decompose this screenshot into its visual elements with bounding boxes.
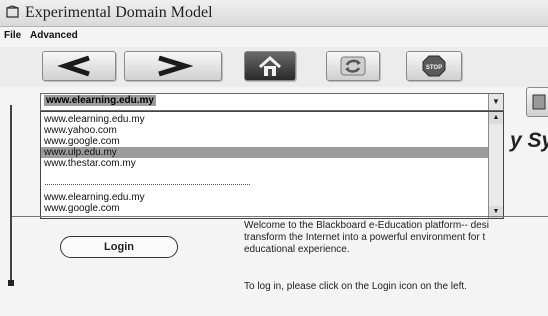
menu-file[interactable]: File — [4, 30, 21, 41]
dropdown-item-selected[interactable]: www.ulp.edu.my — [41, 147, 490, 158]
frame-marker — [8, 280, 14, 286]
chevron-down-icon[interactable]: ▼ — [488, 94, 503, 110]
menu-bar: File Advanced — [0, 27, 548, 45]
stop-icon-label: STOP — [426, 65, 442, 71]
window-title: Experimental Domain Model — [25, 4, 213, 21]
title-bar: Experimental Domain Model — [0, 0, 548, 27]
url-history-dropdown: www.elearning.edu.my www.yahoo.com www.g… — [40, 111, 504, 219]
dropdown-item[interactable]: www.google.com — [41, 136, 490, 147]
refresh-button[interactable] — [326, 51, 380, 81]
dropdown-item[interactable]: www.elearning.edu.my — [41, 192, 490, 203]
content-divider — [12, 216, 548, 217]
refresh-icon — [340, 56, 366, 76]
scroll-up-icon[interactable]: ▲ — [489, 112, 503, 124]
dropdown-separator — [45, 184, 250, 185]
welcome-text: Welcome to the Blackboard e-Education pl… — [244, 220, 548, 256]
dropdown-item[interactable]: www.elearning.edu.my — [41, 114, 490, 125]
frame-edge — [10, 105, 12, 285]
address-input[interactable]: www.elearning.edu.my — [44, 95, 156, 106]
login-instruction: To log in, please click on the Login ico… — [244, 281, 467, 292]
document-icon — [532, 94, 546, 110]
toolbar: STOP — [0, 47, 548, 87]
welcome-line: transform the Internet into a powerful e… — [244, 232, 486, 243]
forward-button[interactable] — [124, 51, 222, 81]
dropdown-item[interactable]: www.google.com — [41, 203, 490, 214]
page-heading: y Sy — [510, 129, 548, 152]
right-arrow-icon — [158, 55, 194, 77]
welcome-line: educational experience. — [244, 244, 350, 255]
home-icon — [258, 55, 282, 76]
browser-app-icon — [6, 5, 19, 18]
dropdown-item[interactable]: www.thestar.com.my — [41, 158, 490, 169]
login-button[interactable]: Login — [60, 236, 178, 258]
stop-button[interactable]: STOP — [406, 51, 462, 81]
menu-advanced[interactable]: Advanced — [30, 30, 78, 41]
address-combobox[interactable]: www.elearning.edu.my ▼ — [40, 93, 504, 111]
stop-icon: STOP — [422, 55, 446, 77]
welcome-line: Welcome to the Blackboard e-Education pl… — [244, 220, 489, 231]
dropdown-item[interactable]: www.yahoo.com — [41, 125, 490, 136]
go-button[interactable] — [526, 87, 548, 117]
left-arrow-icon — [57, 55, 90, 77]
dropdown-scrollbar[interactable]: ▲ ▼ — [488, 112, 503, 218]
back-button[interactable] — [42, 51, 116, 81]
home-button[interactable] — [244, 51, 296, 81]
